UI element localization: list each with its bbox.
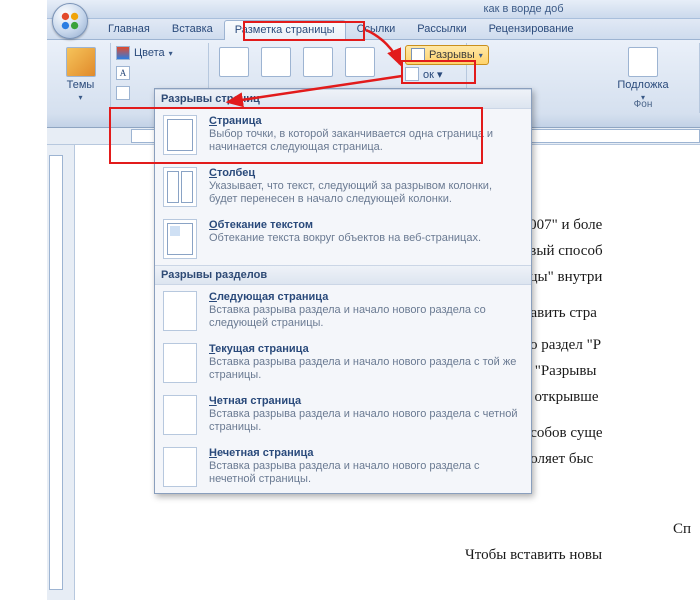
breaks-label: Разрывы <box>429 49 475 61</box>
tab-mailings[interactable]: Рассылки <box>406 19 477 40</box>
break-next-page-item[interactable]: Следующая страницаВставка разрыва раздел… <box>155 285 531 337</box>
chevron-down-icon: ▾ <box>78 93 82 102</box>
breaks-dropdown: Разрывы страниц ССтраницатраницаВыбор то… <box>154 88 532 494</box>
line-numbers-button[interactable]: ок ▾ <box>405 67 443 81</box>
dropdown-section-section-breaks: Разрывы разделов <box>155 265 531 285</box>
orientation-button[interactable] <box>257 45 295 79</box>
watermark-button[interactable]: Подложка ▾ <box>587 45 699 104</box>
office-logo-icon <box>59 10 81 32</box>
tab-references[interactable]: Ссылки <box>346 19 407 40</box>
title-bar: как в ворде доб <box>47 0 700 19</box>
watermark-icon <box>628 47 658 77</box>
margins-button[interactable] <box>215 45 253 79</box>
text-wrap-icon <box>163 219 197 259</box>
themes-icon <box>66 47 96 77</box>
column-break-icon <box>163 167 197 207</box>
breaks-icon <box>411 48 425 62</box>
page-break-icon <box>163 115 197 155</box>
ribbon-tabs: Главная Вставка Разметка страницы Ссылки… <box>47 19 700 40</box>
left-gutter <box>47 145 75 600</box>
break-odd-page-item[interactable]: Нечетная страницаВставка разрыва раздела… <box>155 441 531 493</box>
breaks-button[interactable]: Разрывы ▾ <box>405 45 489 65</box>
fonts-icon: A <box>116 66 130 80</box>
size-button[interactable] <box>299 45 337 79</box>
themes-button[interactable]: Темы ▾ <box>51 45 110 104</box>
columns-button[interactable] <box>341 45 379 79</box>
line-numbers-icon <box>405 67 419 81</box>
group-bg-label: Фон <box>587 99 699 113</box>
columns-icon <box>345 47 375 77</box>
odd-page-icon <box>163 447 197 487</box>
group-themes: Темы ▾ <box>51 43 111 113</box>
colors-icon <box>116 46 130 60</box>
break-textwrap-item[interactable]: Обтекание текстомОбтекание текста вокруг… <box>155 213 531 265</box>
vertical-ruler[interactable] <box>49 155 63 590</box>
margins-icon <box>219 47 249 77</box>
themes-label: Темы <box>67 79 95 91</box>
dropdown-section-page-breaks: Разрывы страниц <box>155 89 531 109</box>
fonts-button[interactable]: A <box>113 63 208 83</box>
next-page-icon <box>163 291 197 331</box>
size-icon <box>303 47 333 77</box>
tab-page-layout[interactable]: Разметка страницы <box>224 20 346 41</box>
window-title: как в ворде доб <box>483 3 563 15</box>
tab-home[interactable]: Главная <box>97 19 161 40</box>
break-continuous-item[interactable]: Текущая страницаВставка разрыва раздела … <box>155 337 531 389</box>
office-button[interactable] <box>52 3 88 39</box>
break-page-item[interactable]: ССтраницатраницаВыбор точки, в которой з… <box>155 109 531 161</box>
group-page-background: Подложка ▾ Фон <box>587 43 700 113</box>
continuous-icon <box>163 343 197 383</box>
tab-insert[interactable]: Вставка <box>161 19 224 40</box>
break-even-page-item[interactable]: Четная страницаВставка разрыва раздела и… <box>155 389 531 441</box>
colors-button[interactable]: Цвета ▾ <box>113 43 208 63</box>
effects-icon <box>116 86 130 100</box>
break-column-item[interactable]: СтолбецУказывает, что текст, следующий з… <box>155 161 531 213</box>
orientation-icon <box>261 47 291 77</box>
even-page-icon <box>163 395 197 435</box>
tab-review[interactable]: Рецензирование <box>478 19 585 40</box>
chevron-down-icon: ▾ <box>169 49 173 58</box>
chevron-down-icon: ▾ <box>479 51 483 60</box>
